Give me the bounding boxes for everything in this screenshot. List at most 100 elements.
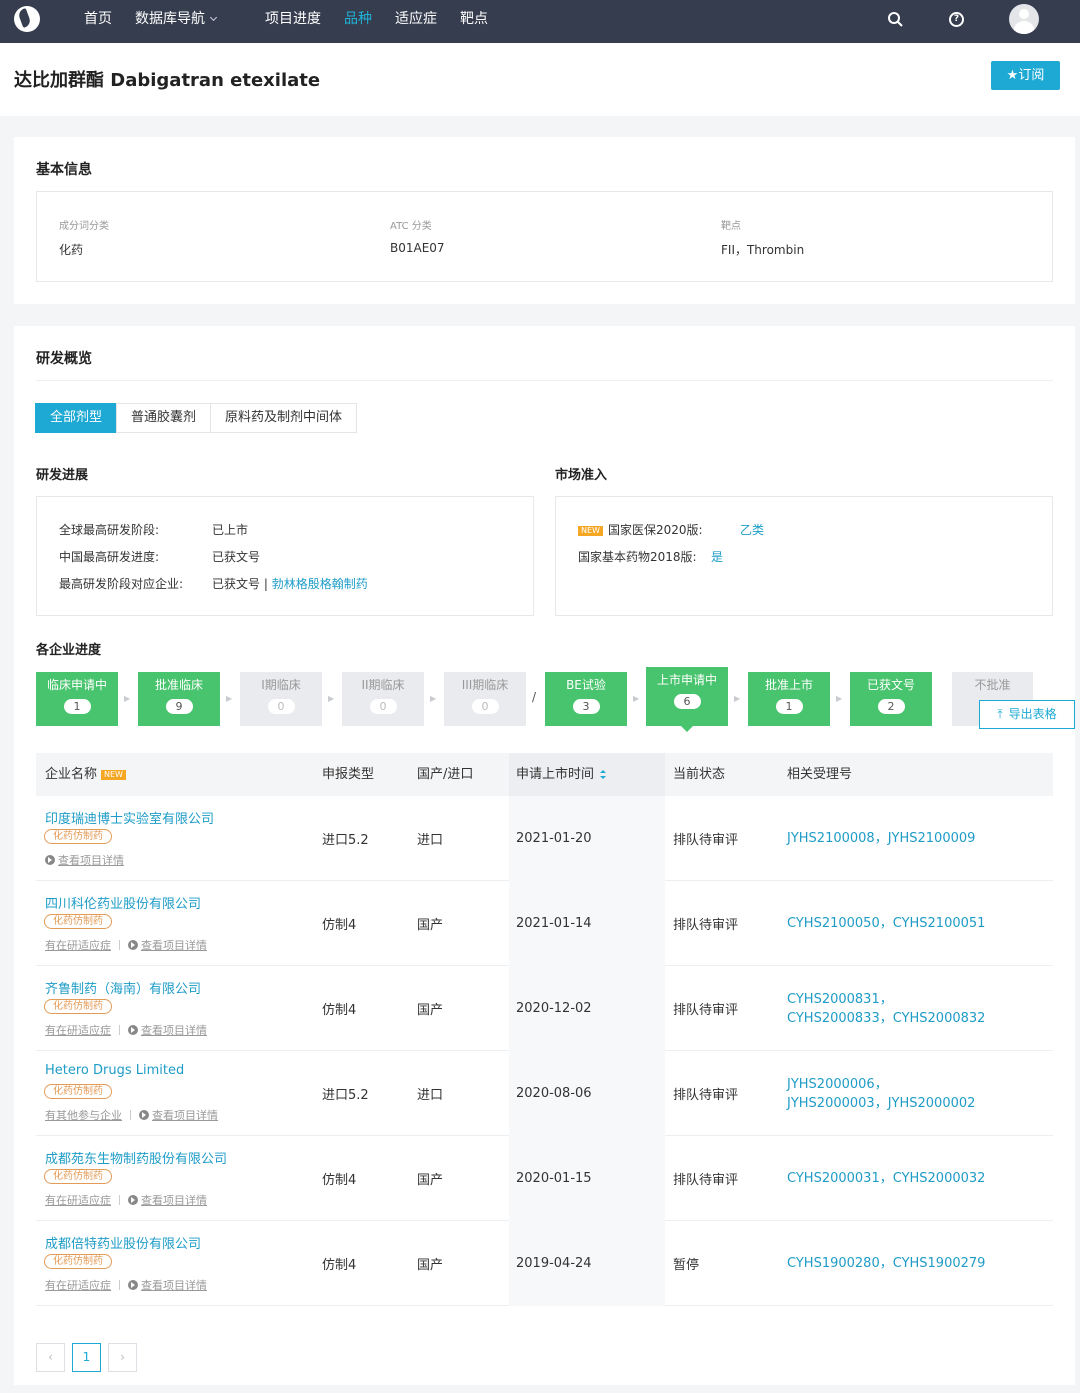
nav-database[interactable]: 数据库导航: [135, 0, 218, 43]
top-company-link[interactable]: 勃林格殷格翰制药: [272, 577, 368, 591]
status-cell: 排队待审评: [673, 1003, 739, 1018]
nav-indications[interactable]: 适应症: [395, 0, 437, 43]
target-label: 靶点: [721, 221, 741, 232]
china-stage-label: 中国最高研发进度:: [59, 550, 160, 564]
company-link[interactable]: 成都苑东生物制药股份有限公司: [45, 1148, 227, 1167]
indication-link[interactable]: 有在研适应症: [45, 1194, 111, 1207]
detail-icon: [128, 1195, 138, 1205]
stage-label: 已获文号: [866, 678, 915, 692]
row-links: 有在研适应症 查看项目详情: [45, 1277, 207, 1293]
basic-info-box: 成分词分类 化药 ATC 分类 B01AE07 靶点 FII，Thrombin: [36, 191, 1053, 282]
top-navbar: 首页 数据库导航 项目进度 品种 适应症 靶点 ?: [0, 0, 1080, 43]
search-icon[interactable]: [887, 11, 903, 27]
project-detail-link[interactable]: 查看项目详情: [141, 939, 207, 952]
col-numbers: 相关受理号: [787, 767, 853, 782]
logo-icon[interactable]: [14, 6, 40, 32]
tab-capsule[interactable]: 普通胶囊剂: [116, 403, 212, 433]
stage-clinical-approved[interactable]: 批准临床 9: [138, 672, 220, 726]
project-detail-link[interactable]: 查看项目详情: [141, 1279, 207, 1292]
progress-box: 全球最高研发阶段: 已上市 中国最高研发进度: 已获文号 最高研发阶段对应企业:…: [36, 496, 534, 616]
stage-label: 临床申请中: [46, 678, 107, 692]
status-cell: 排队待审评: [673, 918, 739, 933]
project-detail-link[interactable]: 查看项目详情: [141, 1194, 207, 1207]
indication-link[interactable]: 有在研适应症: [45, 1279, 111, 1292]
stage-phase2[interactable]: II期临床 0: [342, 672, 424, 726]
tab-all-dosage[interactable]: 全部剂型: [35, 403, 118, 433]
company-link[interactable]: 印度瑞迪博士实验室有限公司: [45, 808, 214, 827]
avatar[interactable]: [1009, 4, 1039, 34]
company-link[interactable]: Hetero Drugs Limited: [45, 1063, 184, 1078]
stage-be-trial[interactable]: BE试验 3: [545, 672, 627, 726]
nav-projects[interactable]: 项目进度: [265, 0, 321, 43]
drug-tag: 化药仿制药: [44, 1169, 112, 1184]
stage-count: 0: [471, 699, 499, 714]
chevron-right-icon: ▶: [430, 694, 437, 703]
acceptance-numbers[interactable]: JYHS2100008，JYHS2100009: [787, 796, 987, 881]
indication-link[interactable]: 有在研适应症: [45, 939, 111, 952]
col-date[interactable]: 申请上市时间: [509, 753, 665, 796]
separator: [119, 1195, 120, 1205]
stage-clinical-application[interactable]: 临床申请中 1: [36, 672, 118, 726]
stage-count: 1: [775, 699, 803, 714]
acceptance-numbers[interactable]: CYHS2100050，CYHS2100051: [787, 881, 987, 966]
new-badge: NEW: [101, 770, 126, 780]
stage-market-application[interactable]: 上市申请中 6: [646, 667, 728, 732]
market-title: 市场准入: [555, 468, 608, 483]
stage-approval-number[interactable]: 已获文号 2: [850, 672, 932, 726]
nav-varieties[interactable]: 品种: [344, 0, 372, 43]
essential-drug-value[interactable]: 是: [711, 548, 723, 565]
prev-page-button[interactable]: ‹: [36, 1343, 65, 1372]
essential-drug-label: 国家基本药物2018版:: [578, 550, 697, 564]
insurance-value[interactable]: 乙类: [740, 521, 764, 538]
stage-phase1[interactable]: I期临床 0: [240, 672, 322, 726]
table-row: 成都倍特药业股份有限公司 化药仿制药 有在研适应症 查看项目详情 仿制4 国产 2…: [36, 1221, 1053, 1306]
tab-api[interactable]: 原料药及制剂中间体: [210, 403, 358, 433]
table-row: Hetero Drugs Limited 化药仿制药 有其他参与企业 查看项目详情…: [36, 1051, 1053, 1136]
sort-icon[interactable]: [600, 770, 607, 779]
page-1-button[interactable]: 1: [72, 1343, 101, 1372]
nav-home[interactable]: 首页: [84, 0, 112, 43]
type-cell: 仿制4: [322, 1003, 357, 1018]
project-detail-link[interactable]: 查看项目详情: [141, 1024, 207, 1037]
subscribe-button[interactable]: ★订阅: [991, 61, 1060, 90]
insurance-label: NEW 国家医保2020版:: [578, 521, 703, 538]
new-badge: NEW: [578, 526, 603, 536]
stage-label: III期临床: [461, 678, 509, 692]
slash-divider: /: [532, 690, 537, 704]
col-date-label: 申请上市时间: [516, 767, 595, 782]
indication-link[interactable]: 有在研适应症: [45, 1024, 111, 1037]
stage-label: II期临床: [361, 678, 405, 692]
date-cell: 2019-04-24: [516, 1256, 592, 1271]
companies-title: 各企业进度: [36, 643, 102, 658]
next-page-button[interactable]: ›: [108, 1343, 137, 1372]
export-button[interactable]: ⤒ 导出表格: [979, 700, 1075, 729]
type-cell: 仿制4: [322, 918, 357, 933]
origin-cell: 进口: [417, 1088, 444, 1103]
company-link[interactable]: 齐鲁制药（海南）有限公司: [45, 978, 201, 997]
china-stage-value: 已获文号: [212, 550, 261, 564]
partners-link[interactable]: 有其他参与企业: [45, 1109, 122, 1122]
project-detail-link[interactable]: 查看项目详情: [58, 854, 124, 867]
stage-count: 0: [267, 699, 295, 714]
upload-icon: ⤒: [997, 707, 1003, 721]
company-link[interactable]: 成都倍特药业股份有限公司: [45, 1233, 201, 1252]
detail-icon: [128, 1025, 138, 1035]
stage-phase3[interactable]: III期临床 0: [444, 672, 526, 726]
separator: [119, 1280, 120, 1290]
stage-market-approved[interactable]: 批准上市 1: [748, 672, 830, 726]
target-value: FII，Thrombin: [721, 243, 805, 257]
acceptance-numbers[interactable]: CYHS2000831，CYHS2000833，CYHS2000832: [787, 966, 987, 1051]
company-link[interactable]: 四川科伦药业股份有限公司: [45, 893, 201, 912]
acceptance-numbers[interactable]: CYHS2000031，CYHS2000032: [787, 1136, 987, 1221]
col-company: 企业名称 NEW: [45, 753, 131, 796]
origin-cell: 进口: [417, 833, 444, 848]
project-detail-link[interactable]: 查看项目详情: [152, 1109, 218, 1122]
atc-label: ATC 分类: [390, 221, 432, 232]
nav-targets[interactable]: 靶点: [460, 0, 488, 43]
acceptance-numbers[interactable]: JYHS2000006，JYHS2000003，JYHS2000002: [787, 1051, 987, 1136]
acceptance-numbers[interactable]: CYHS1900280，CYHS1900279: [787, 1221, 987, 1306]
divider: [36, 380, 1053, 381]
stage-bar: 临床申请中 1 ▶ 批准临床 9 ▶ I期临床 0 ▶ II期临床 0 ▶ III期临床…: [36, 667, 1075, 736]
help-icon[interactable]: ?: [949, 12, 964, 27]
type-cell: 仿制4: [322, 1173, 357, 1188]
